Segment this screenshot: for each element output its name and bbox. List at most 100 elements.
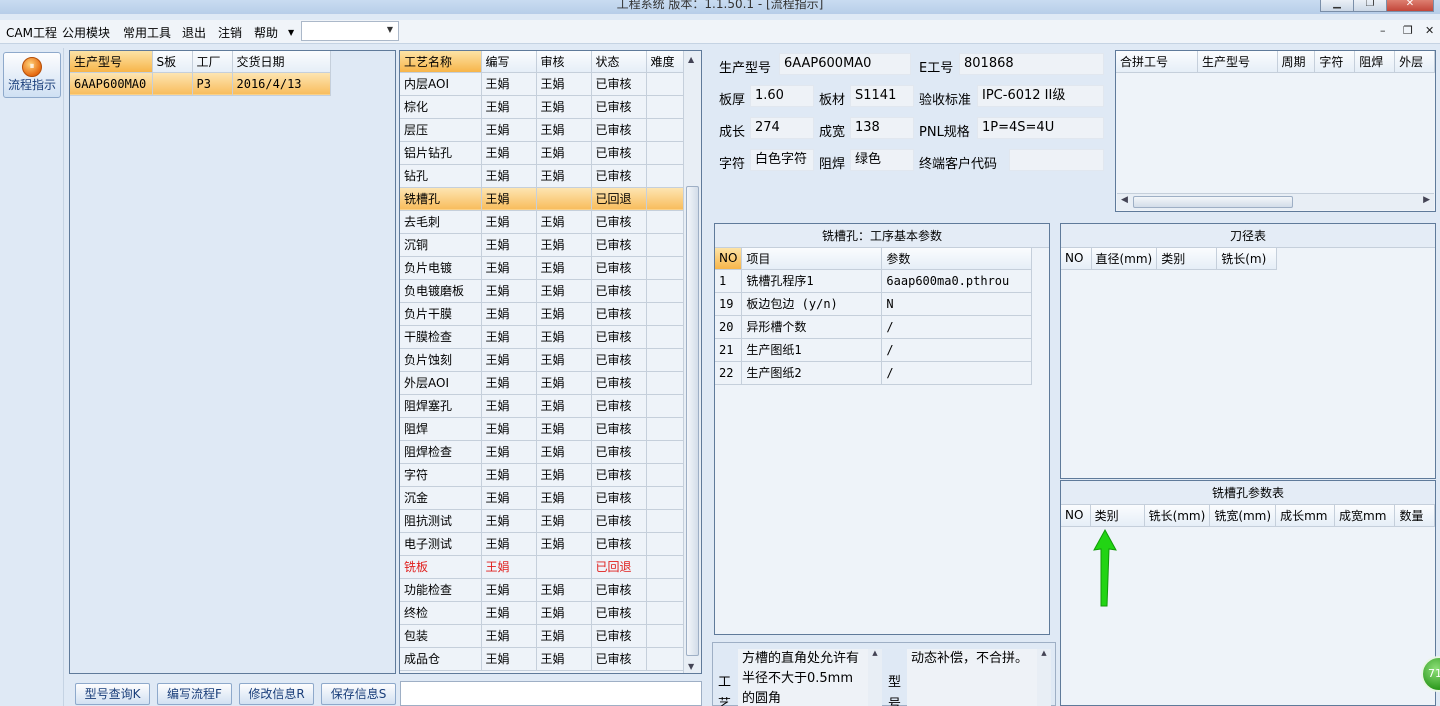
table-row[interactable]: 铝片钻孔 王娟 王娟 已审核 <box>400 141 685 165</box>
menu-help[interactable]: 帮助 <box>254 24 278 41</box>
table-row[interactable]: 钻孔 王娟 王娟 已审核 <box>400 164 685 188</box>
mdi-close-icon[interactable]: ✕ <box>1425 24 1434 37</box>
table-row[interactable]: 去毛刺 王娟 王娟 已审核 <box>400 210 685 234</box>
table-row[interactable]: 功能检查 王娟 王娟 已审核 <box>400 578 685 602</box>
table-row[interactable]: 沉铜 王娟 王娟 已审核 <box>400 233 685 257</box>
table-row[interactable]: 6AAP600MA0 P3 2016/4/13 <box>70 72 331 96</box>
col-quantity[interactable]: 数量 <box>1394 505 1435 527</box>
table-row[interactable]: 1 铣槽孔程序1 6aap600ma0.pthrou <box>715 269 1033 293</box>
col-reviewer[interactable]: 审核 <box>536 51 592 73</box>
model-query-button[interactable]: 型号查询K <box>75 683 150 705</box>
col-item[interactable]: 项目 <box>741 248 883 270</box>
col-writer[interactable]: 编写 <box>481 51 537 73</box>
col-finish-length[interactable]: 成长mm <box>1275 505 1336 527</box>
table-row[interactable]: 阻焊 王娟 王娟 已审核 <box>400 417 685 441</box>
table-row[interactable]: 字符 王娟 王娟 已审核 <box>400 463 685 487</box>
table-row[interactable]: 19 板边包边 (y/n) N <box>715 292 1033 316</box>
table-row[interactable]: 22 生产图纸2/ <box>715 361 1033 385</box>
craft-note[interactable]: 方槽的直角处允许有半径不大于0.5mm的圆角 <box>738 649 868 706</box>
col-mill-length[interactable]: 铣长(m) <box>1216 248 1278 270</box>
col-status[interactable]: 状态 <box>591 51 647 73</box>
table-row[interactable]: 负片电镀 王娟 王娟 已审核 <box>400 256 685 280</box>
type-note[interactable]: 动态补偿，不合拼。 <box>907 649 1037 706</box>
restore-button[interactable]: ❐ <box>1353 0 1387 12</box>
menu-common-module[interactable]: 公用模块 <box>62 24 110 41</box>
scroll-thumb[interactable] <box>686 186 699 656</box>
menu-cam[interactable]: CAM工程 <box>6 24 57 41</box>
craft-scrollbar[interactable]: ▲ <box>868 649 882 706</box>
col-slot-width[interactable]: 铣宽(mm) <box>1209 505 1277 527</box>
col-no[interactable]: NO <box>715 248 743 270</box>
material-field[interactable]: S1141 <box>850 85 914 107</box>
flow-indicator-button[interactable]: ⏸ 流程指示 <box>3 52 61 98</box>
table-row[interactable]: 沉金 王娟 王娟 已审核 <box>400 486 685 510</box>
col-merge-character[interactable]: 字符 <box>1314 51 1356 73</box>
col-tool-type[interactable]: 类别 <box>1156 248 1218 270</box>
scroll-down-icon[interactable]: ▼ <box>688 662 694 671</box>
scroll-up-icon[interactable]: ▲ <box>688 55 694 64</box>
model-field[interactable]: 6AAP600MA0 <box>779 53 911 75</box>
write-process-button[interactable]: 编写流程F <box>157 683 232 705</box>
scroll-left-icon[interactable]: ◀ <box>1121 195 1128 205</box>
col-slot-length[interactable]: 铣长(mm) <box>1144 505 1211 527</box>
table-row[interactable]: 21 生产图纸1/ <box>715 338 1033 362</box>
table-row[interactable]: 负电镀磨板 王娟 王娟 已审核 <box>400 279 685 303</box>
table-row[interactable]: 铣槽孔 王娟 已回退 <box>400 187 685 211</box>
mdi-restore-icon[interactable]: ❐ <box>1403 24 1413 37</box>
table-row[interactable]: 终检 王娟 王娟 已审核 <box>400 601 685 625</box>
modify-info-button[interactable]: 修改信息R <box>239 683 314 705</box>
length-field[interactable]: 274 <box>750 117 814 139</box>
customer-code-field[interactable] <box>1009 149 1104 171</box>
col-merge-outer[interactable]: 外层 <box>1394 51 1435 73</box>
table-row[interactable]: 阻抗测试 王娟 王娟 已审核 <box>400 509 685 533</box>
toolbar-combo[interactable]: ▼ <box>301 21 399 41</box>
mdi-minimize-icon[interactable]: – <box>1380 24 1386 37</box>
col-finish-width[interactable]: 成宽mm <box>1334 505 1396 527</box>
col-merge-model[interactable]: 生产型号 <box>1197 51 1278 73</box>
table-row[interactable]: 棕化 王娟 王娟 已审核 <box>400 95 685 119</box>
bottom-text-box[interactable] <box>400 681 702 706</box>
table-row[interactable]: 成品仓 王娟 王娟 已审核 <box>400 647 685 671</box>
table-row[interactable]: 外层AOI 王娟 王娟 已审核 <box>400 371 685 395</box>
help-dropdown-icon[interactable]: ▼ <box>288 28 294 37</box>
col-difficulty[interactable]: 难度 <box>646 51 685 73</box>
save-info-button[interactable]: 保存信息S <box>321 683 396 705</box>
process-scrollbar[interactable]: ▲ ▼ <box>683 51 701 673</box>
standard-field[interactable]: IPC-6012 II级 <box>977 85 1104 107</box>
pnl-field[interactable]: 1P=4S=4U <box>977 117 1104 139</box>
col-s-board[interactable]: S板 <box>152 51 193 73</box>
col-merge-number[interactable]: 合拼工号 <box>1116 51 1198 73</box>
menu-exit[interactable]: 退出 <box>182 24 206 41</box>
type-scrollbar[interactable]: ▲ <box>1037 649 1051 706</box>
col-factory[interactable]: 工厂 <box>192 51 233 73</box>
menu-logout[interactable]: 注销 <box>218 24 242 41</box>
col-tool-no[interactable]: NO <box>1061 248 1092 270</box>
hscroll-thumb[interactable] <box>1133 196 1293 208</box>
e-number-field[interactable]: 801868 <box>959 53 1104 75</box>
col-merge-cycle[interactable]: 周期 <box>1277 51 1316 73</box>
table-row[interactable]: 阻焊塞孔 王娟 王娟 已审核 <box>400 394 685 418</box>
col-diameter[interactable]: 直径(mm) <box>1091 248 1158 270</box>
table-row[interactable]: 铣板 王娟 已回退 <box>400 555 685 579</box>
table-row[interactable]: 干膜检查 王娟 王娟 已审核 <box>400 325 685 349</box>
table-row[interactable]: 电子测试 王娟 王娟 已审核 <box>400 532 685 556</box>
character-field[interactable]: 白色字符 <box>750 149 814 171</box>
col-slot-no[interactable]: NO <box>1061 505 1091 527</box>
col-slot-type[interactable]: 类别 <box>1090 505 1145 527</box>
table-row[interactable]: 内层AOI 王娟 王娟 已审核 <box>400 72 685 96</box>
table-row[interactable]: 负片干膜 王娟 王娟 已审核 <box>400 302 685 326</box>
col-model[interactable]: 生产型号 <box>70 51 153 73</box>
col-merge-mask[interactable]: 阻焊 <box>1354 51 1396 73</box>
table-row[interactable]: 20 异形槽个数 / <box>715 315 1033 339</box>
merge-hscrollbar[interactable]: ◀ ▶ <box>1117 193 1434 210</box>
col-param[interactable]: 参数 <box>881 248 1033 270</box>
table-row[interactable]: 包装 王娟 王娟 已审核 <box>400 624 685 648</box>
close-button[interactable]: ✕ <box>1386 0 1434 12</box>
col-delivery-date[interactable]: 交货日期 <box>232 51 331 73</box>
minimize-button[interactable]: ▁ <box>1320 0 1354 12</box>
solder-mask-field[interactable]: 绿色 <box>850 149 914 171</box>
table-row[interactable]: 负片蚀刻 王娟 王娟 已审核 <box>400 348 685 372</box>
menu-tools[interactable]: 常用工具 <box>123 24 171 41</box>
table-row[interactable]: 层压 王娟 王娟 已审核 <box>400 118 685 142</box>
table-row[interactable]: 阻焊检查 王娟 王娟 已审核 <box>400 440 685 464</box>
